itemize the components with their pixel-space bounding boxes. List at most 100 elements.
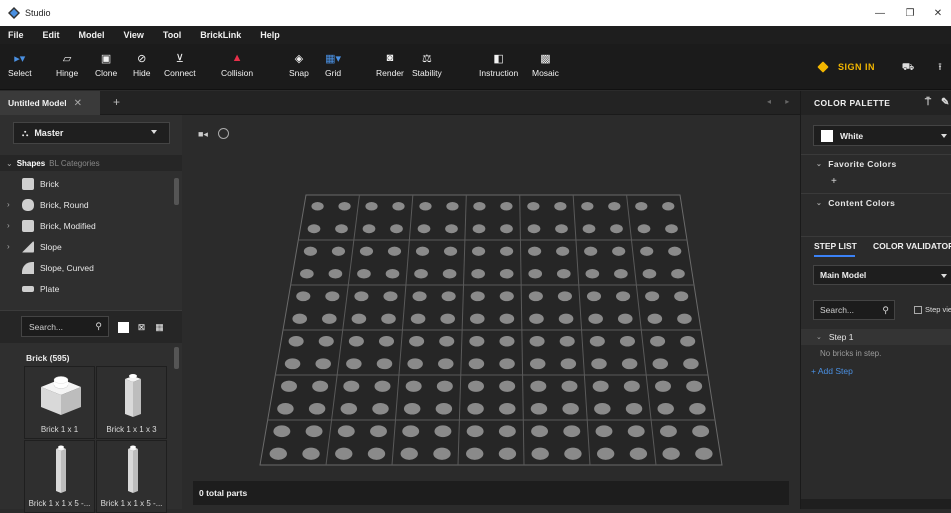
cart-button[interactable]: ⛟ (897, 58, 919, 78)
collapse-chevron-icon[interactable]: ⌄ (6, 159, 13, 168)
hinge-tool-button[interactable]: ⏥ Hinge (56, 50, 78, 84)
upload-button[interactable]: ⭱ (929, 58, 951, 78)
mosaic-tool-button[interactable]: ▩ Mosaic (532, 50, 559, 84)
list-item[interactable]: › Slope (0, 236, 176, 257)
paint-roller-icon[interactable]: ⍑ (925, 97, 931, 108)
tab-bl-categories[interactable]: BL Categories (49, 159, 99, 168)
menu-file[interactable]: File (8, 30, 24, 40)
search-icon[interactable]: ⚲ (882, 305, 889, 316)
hide-tool-button[interactable]: ⊘ Hide (133, 50, 150, 84)
part-thumbnail[interactable]: Brick 1 x 1 x 5 -... (24, 440, 95, 513)
menu-bricklink[interactable]: BrickLink (200, 30, 241, 40)
parts-search-input[interactable]: Search... ⚲ (21, 316, 109, 337)
stud (591, 358, 607, 370)
stud (402, 425, 420, 438)
add-favorite-color-button[interactable]: + (831, 176, 837, 187)
add-tab-button[interactable]: + (113, 95, 120, 109)
render-tool-button[interactable]: ◙ Render (376, 50, 404, 84)
filter-icon[interactable]: ⊠ (136, 322, 147, 333)
step-view-checkbox[interactable] (914, 305, 922, 314)
stud (499, 291, 514, 302)
parts-scrollbar[interactable] (174, 347, 179, 369)
brick-modified-category-icon (22, 219, 34, 232)
color-filter-icon[interactable] (118, 322, 129, 333)
tab-untitled-model[interactable]: Untitled Model ✕ (0, 91, 100, 115)
category-scrollbar[interactable] (174, 178, 179, 205)
stud (405, 380, 422, 392)
menu-tool[interactable]: Tool (163, 30, 181, 40)
brick-category-icon (22, 177, 34, 190)
list-item[interactable]: Slope, Curved (0, 257, 176, 278)
menu-edit[interactable]: Edit (43, 30, 60, 40)
close-tab-icon[interactable]: ✕ (74, 98, 82, 109)
list-item[interactable]: Brick (0, 173, 176, 194)
stud (595, 425, 613, 438)
clone-tool-button[interactable]: ▣ Clone (95, 50, 117, 84)
stud (284, 358, 301, 370)
stud (387, 246, 402, 256)
list-item[interactable]: Plate (0, 278, 176, 299)
add-step-button[interactable]: + Add Step (811, 366, 853, 376)
expand-arrow-icon[interactable]: › (7, 242, 10, 251)
stud (410, 313, 426, 324)
stud (621, 358, 638, 370)
model-dropdown[interactable]: Main Model (813, 265, 951, 285)
stud (498, 425, 516, 438)
connect-icon: ⊻ (175, 52, 184, 65)
favorite-colors-section[interactable]: ⌄ Favorite Colors (801, 154, 951, 172)
grid-tool-button[interactable]: ▦▾ Grid (325, 50, 341, 84)
color-swatch (821, 129, 833, 142)
step-search-input[interactable]: Search... ⚲ (813, 300, 895, 320)
stud (273, 425, 291, 438)
tab-step-list[interactable]: STEP LIST (814, 241, 857, 251)
part-thumbnail[interactable]: Brick 1 x 1 x 3 (96, 366, 167, 439)
stability-tool-button[interactable]: ⚖ Stability (412, 50, 442, 84)
slope-category-icon (22, 240, 34, 253)
tab-scroll-arrows[interactable]: ◂ ▸ (767, 97, 795, 106)
sign-in-button[interactable]: SIGN IN (817, 61, 875, 73)
step-row[interactable]: ⌄ Step 1 (801, 329, 951, 345)
stud (470, 291, 485, 302)
part-thumbnail[interactable]: Brick 1 x 1 (24, 366, 95, 439)
collapse-chevron-icon: ⌄ (816, 160, 823, 168)
stud (383, 291, 398, 302)
maximize-button[interactable]: ❐ (896, 0, 924, 26)
window-title: Studio (25, 8, 51, 18)
list-item[interactable]: › Brick, Round (0, 194, 176, 215)
collision-triangle-icon: ▲ (231, 52, 243, 64)
status-bar: 0 total parts (193, 481, 789, 505)
minimize-button[interactable]: — (866, 0, 894, 26)
stud (331, 246, 346, 256)
search-icon[interactable]: ⚲ (95, 321, 102, 332)
tab-color-validator[interactable]: COLOR VALIDATOR (873, 241, 951, 251)
palette-dropdown[interactable]: ⛬ Master (13, 122, 170, 144)
close-window-button[interactable]: ✕ (924, 0, 951, 26)
content-colors-section[interactable]: ⌄ Content Colors (801, 193, 951, 211)
step-view-toggle[interactable]: Step vie (914, 305, 951, 314)
expand-arrow-icon[interactable]: › (7, 221, 10, 230)
part-thumbnail[interactable]: Brick 1 x 1 x 5 -... (96, 440, 167, 513)
right-panel: COLOR PALETTE ⍑ ✎ White ⌄ Favorite Color… (800, 91, 951, 509)
connect-tool-button[interactable]: ⊻ Connect (164, 50, 196, 84)
stud (556, 246, 570, 256)
tab-shapes[interactable]: Shapes (17, 159, 45, 168)
stud (668, 246, 682, 256)
eyedropper-icon[interactable]: ✎ (941, 97, 950, 108)
stud (441, 291, 456, 302)
snap-tool-button[interactable]: ◈ Snap (289, 50, 309, 84)
select-tool-button[interactable]: ▸▾ Select (8, 50, 32, 84)
stud (499, 358, 515, 370)
collision-tool-button[interactable]: ▲ Collision (221, 50, 253, 84)
expand-arrow-icon[interactable]: › (7, 200, 10, 209)
menu-view[interactable]: View (124, 30, 144, 40)
instruction-tool-button[interactable]: ◧ Instruction (479, 50, 518, 84)
list-item[interactable]: › Brick, Modified (0, 215, 176, 236)
menu-model[interactable]: Model (79, 30, 105, 40)
menu-help[interactable]: Help (260, 30, 280, 40)
grid-view-icon[interactable]: ▦ (154, 322, 165, 333)
baseplate-grid[interactable] (182, 115, 800, 509)
stud (647, 313, 663, 324)
stud (554, 201, 567, 211)
3d-viewport[interactable]: ■◂ (182, 115, 800, 509)
color-dropdown[interactable]: White (813, 125, 951, 146)
